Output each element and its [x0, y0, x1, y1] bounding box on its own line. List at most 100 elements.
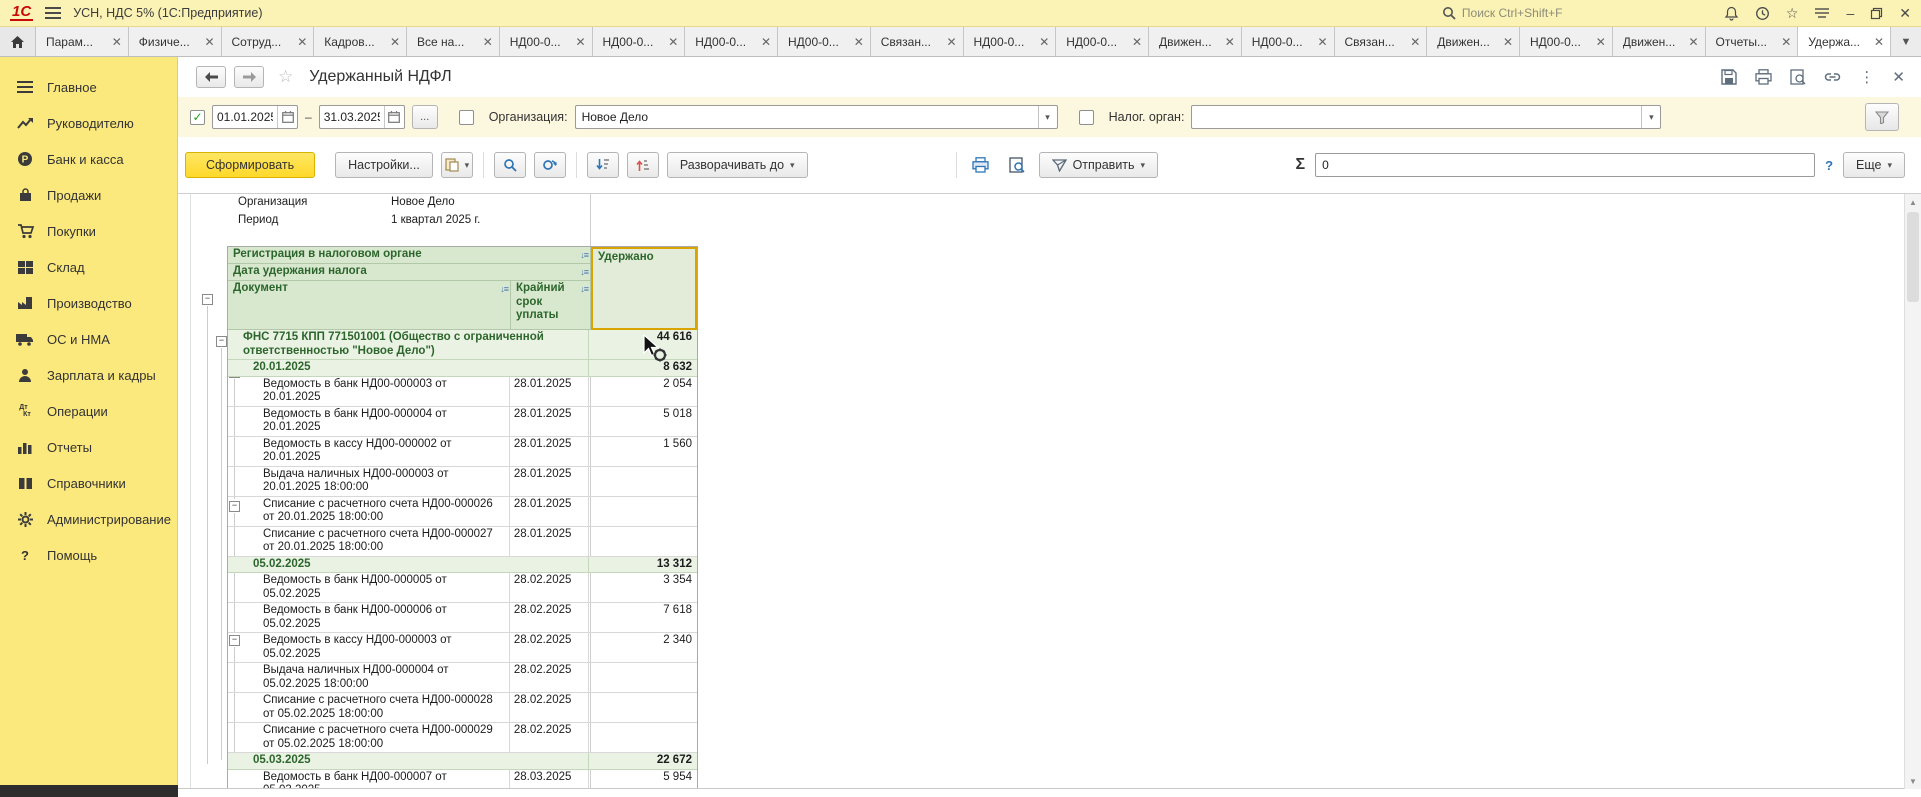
notifications-bell-icon[interactable]: [1724, 6, 1739, 21]
forward-button[interactable]: [234, 66, 264, 88]
sum-cell[interactable]: 2 054: [589, 377, 697, 407]
doc-cell[interactable]: Списание с расчетного счета НД00-000028 …: [228, 693, 510, 723]
org-group-label[interactable]: ФНС 7715 КПП 771501001 (Общество с огран…: [228, 330, 589, 360]
deadline-cell[interactable]: 28.02.2025: [510, 573, 590, 603]
tab-close-icon[interactable]: ✕: [1503, 35, 1513, 49]
doc-cell[interactable]: Списание с расчетного счета НД00-000029 …: [228, 723, 510, 753]
sum-cell[interactable]: [589, 663, 697, 693]
sort-icon[interactable]: [580, 283, 588, 297]
expand-groups-button[interactable]: [627, 152, 659, 178]
tab-nd00-6[interactable]: НД00-0...✕: [1056, 27, 1149, 56]
sum-cell[interactable]: 3 354: [589, 573, 697, 603]
print-report-button[interactable]: [967, 152, 995, 178]
table-row[interactable]: Ведомость в кассу НД00-000003 от 05.02.2…: [228, 633, 697, 663]
sum-cell[interactable]: [589, 467, 697, 497]
org-group-row[interactable]: ФНС 7715 КПП 771501001 (Общество с огран…: [228, 330, 697, 360]
group-total[interactable]: 8 632: [589, 360, 697, 377]
tab-close-icon[interactable]: ✕: [483, 35, 493, 49]
sidebar-item-pomoshch[interactable]: ? Помощь: [0, 537, 177, 573]
organization-combo[interactable]: Новое Дело: [575, 105, 1058, 129]
sum-cell[interactable]: 5 018: [589, 407, 697, 437]
tab-uderzha-active[interactable]: Удержа...✕: [1798, 27, 1891, 56]
tab-close-icon[interactable]: ✕: [761, 35, 771, 49]
deadline-cell[interactable]: 28.01.2025: [510, 377, 590, 407]
tab-close-icon[interactable]: ✕: [575, 35, 585, 49]
deadline-cell[interactable]: 28.01.2025: [510, 407, 590, 437]
doc-cell[interactable]: Выдача наличных НД00-000004 от 05.02.202…: [228, 663, 510, 693]
tax-authority-checkbox[interactable]: [1079, 110, 1094, 125]
generate-button[interactable]: Сформировать: [185, 152, 315, 178]
tab-sotrud[interactable]: Сотруд...✕: [222, 27, 315, 56]
favorites-star-icon[interactable]: ☆: [1786, 6, 1799, 20]
group-date[interactable]: 20.01.2025: [228, 360, 589, 377]
link-icon[interactable]: [1824, 71, 1841, 83]
sum-cell[interactable]: 5 954: [589, 770, 697, 790]
sidebar-item-sklad[interactable]: Склад: [0, 249, 177, 285]
tab-close-icon[interactable]: ✕: [854, 35, 864, 49]
date-group-row[interactable]: 20.01.2025 8 632: [228, 360, 697, 377]
tax-authority-combo[interactable]: [1191, 105, 1661, 129]
table-row[interactable]: Выдача наличных НД00-000003 от 20.01.202…: [228, 467, 697, 497]
tab-list-dropdown-icon[interactable]: ▼: [1891, 27, 1921, 56]
tab-close-icon[interactable]: ✕: [1317, 35, 1327, 49]
tab-nd00-4[interactable]: НД00-0...✕: [778, 27, 871, 56]
deadline-cell[interactable]: 28.03.2025: [510, 770, 590, 790]
doc-cell[interactable]: Ведомость в банк НД00-000005 от 05.02.20…: [228, 573, 510, 603]
deadline-cell[interactable]: 28.02.2025: [510, 633, 590, 663]
tab-close-icon[interactable]: ✕: [1596, 35, 1606, 49]
vertical-scrollbar[interactable]: ▲ ▼: [1904, 194, 1921, 789]
tab-svyazan-2[interactable]: Связан...✕: [1335, 27, 1428, 56]
period-options-button[interactable]: ...: [412, 105, 438, 129]
sort-icon[interactable]: [580, 266, 588, 280]
tab-close-icon[interactable]: ✕: [1874, 35, 1884, 49]
sidebar-item-administrirovanie[interactable]: Администрирование: [0, 501, 177, 537]
org-group-total[interactable]: 44 616: [589, 330, 697, 360]
header-hold-date[interactable]: Дата удержания налога: [228, 264, 591, 281]
tab-vse-na[interactable]: Все на...✕: [407, 27, 500, 56]
favorite-star-icon[interactable]: ☆: [278, 67, 293, 87]
tab-close-icon[interactable]: ✕: [297, 35, 307, 49]
table-row[interactable]: Ведомость в банк НД00-000005 от 05.02.20…: [228, 573, 697, 603]
tab-fiziche[interactable]: Физиче...✕: [129, 27, 222, 56]
group-total[interactable]: 22 672: [589, 753, 697, 770]
send-button[interactable]: Отправить: [1039, 152, 1159, 178]
header-withheld-selected[interactable]: Удержано: [591, 247, 697, 330]
table-row[interactable]: Списание с расчетного счета НД00-000029 …: [228, 723, 697, 753]
tab-nd00-1[interactable]: НД00-0...✕: [500, 27, 593, 56]
expand-to-button[interactable]: Разворачивать до: [667, 152, 808, 178]
tab-dvizhen-3[interactable]: Движен...✕: [1613, 27, 1706, 56]
doc-cell[interactable]: Ведомость в банк НД00-000004 от 20.01.20…: [228, 407, 510, 437]
tab-dvizhen-2[interactable]: Движен...✕: [1427, 27, 1520, 56]
sidebar-item-otchety[interactable]: Отчеты: [0, 429, 177, 465]
table-row[interactable]: Ведомость в банк НД00-000006 от 05.02.20…: [228, 603, 697, 633]
organization-checkbox[interactable]: [459, 110, 474, 125]
tab-close-icon[interactable]: ✕: [1132, 35, 1142, 49]
print-icon[interactable]: [1755, 69, 1772, 85]
header-document[interactable]: Документ: [228, 281, 511, 330]
tab-otchety[interactable]: Отчеты...✕: [1706, 27, 1799, 56]
doc-cell[interactable]: Выдача наличных НД00-000003 от 20.01.202…: [228, 467, 510, 497]
deadline-cell[interactable]: 28.02.2025: [510, 723, 590, 753]
sidebar-item-zarplata-i-kadry[interactable]: Зарплата и кадры: [0, 357, 177, 393]
sum-cell[interactable]: 7 618: [589, 603, 697, 633]
doc-cell[interactable]: Ведомость в банк НД00-000006 от 05.02.20…: [228, 603, 510, 633]
filter-settings-button[interactable]: [1865, 103, 1899, 131]
back-button[interactable]: [196, 66, 226, 88]
tab-dvizhen-1[interactable]: Движен...✕: [1149, 27, 1242, 56]
sum-cell[interactable]: [589, 497, 697, 527]
expander-fns-group[interactable]: [216, 336, 227, 347]
deadline-cell[interactable]: 28.01.2025: [510, 527, 590, 557]
tab-close-icon[interactable]: ✕: [390, 35, 400, 49]
date-from-input[interactable]: [213, 110, 277, 124]
period-checkbox[interactable]: [190, 110, 205, 125]
doc-cell[interactable]: Списание с расчетного счета НД00-000026 …: [228, 497, 510, 527]
settings-button[interactable]: Настройки...: [335, 152, 433, 178]
deadline-cell[interactable]: 28.01.2025: [510, 467, 590, 497]
tab-close-icon[interactable]: ✕: [1688, 35, 1698, 49]
table-row[interactable]: Списание с расчетного счета НД00-000027 …: [228, 527, 697, 557]
save-icon[interactable]: [1721, 69, 1737, 85]
tab-home[interactable]: [0, 27, 36, 56]
tab-nd00-7[interactable]: НД00-0...✕: [1242, 27, 1335, 56]
tab-close-icon[interactable]: ✕: [1410, 35, 1420, 49]
report-variants-button[interactable]: [441, 152, 473, 178]
